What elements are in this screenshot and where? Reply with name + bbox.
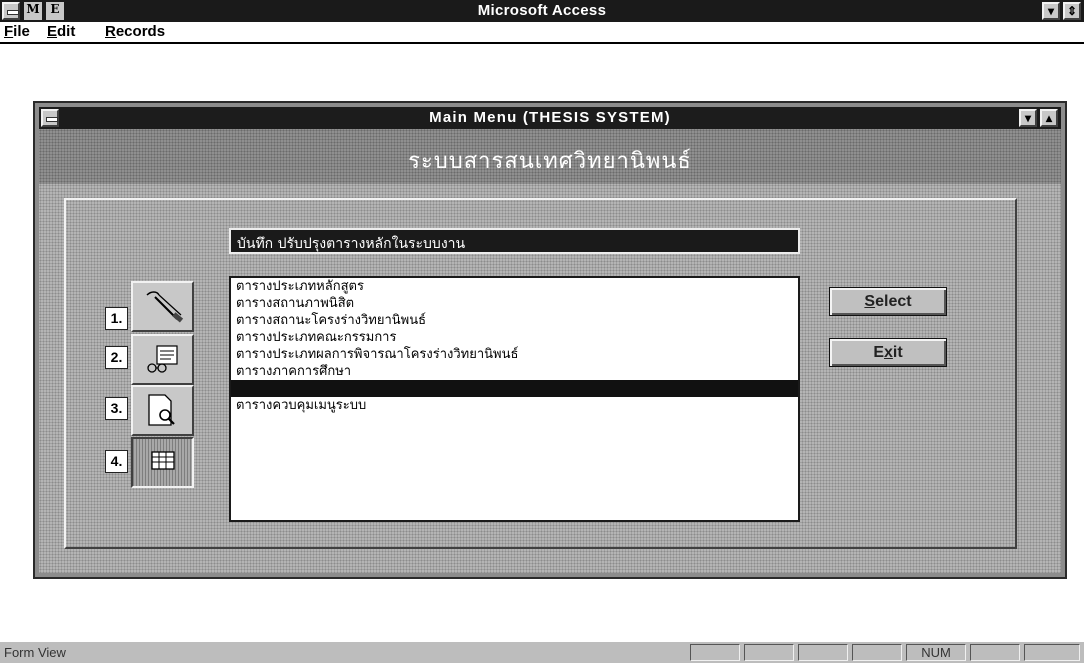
list-item[interactable]: ตารางควบคุมเมนูระบบ [231, 397, 798, 414]
report-glasses-icon [147, 345, 178, 373]
list-item[interactable]: ตารางสถานะโครงร่างวิทยานิพนธ์ [231, 312, 798, 329]
table-listbox[interactable]: ตารางประเภทหลักสูตร ตารางสถานภาพนิสิต ตา… [229, 276, 800, 522]
status-text: Form View [4, 645, 66, 660]
system-heading: ระบบสารสนเทศวิทยานิพนธ์ [408, 149, 692, 174]
status-cell [852, 644, 902, 661]
tools-icon [146, 291, 184, 323]
app-title-bar: M E Microsoft Access ▾ ⇕ [0, 0, 1084, 22]
menu-edit[interactable]: Edit [47, 23, 75, 40]
table-grid-icon [151, 451, 175, 470]
nav-button-4[interactable] [131, 437, 194, 488]
nav-number-1: 1. [105, 307, 128, 330]
list-item[interactable]: ตารางภาคการศึกษา [231, 363, 798, 380]
form-minimize-icon[interactable]: ▾ [1019, 109, 1037, 127]
list-item[interactable]: ตารางสถานภาพนิสิต [231, 295, 798, 312]
app-restore-icon[interactable]: ⇕ [1063, 2, 1081, 20]
form-header: ระบบสารสนเทศวิทยานิพนธ์ [39, 129, 1061, 184]
status-cell [690, 644, 740, 661]
select-button[interactable]: Select [829, 287, 947, 316]
form-title: Main Menu (THESIS SYSTEM) [429, 109, 671, 126]
form-title-bar: Main Menu (THESIS SYSTEM) ▾ ▴ [39, 107, 1061, 129]
status-cell [1024, 644, 1080, 661]
status-cell [970, 644, 1020, 661]
list-item[interactable]: ตารางประเภทคณะกรรมการ [231, 329, 798, 346]
status-bar: Form View NUM [0, 642, 1084, 663]
nav-button-1[interactable] [131, 281, 194, 332]
exit-button[interactable]: Exit [829, 338, 947, 367]
app-minimize-icon[interactable]: ▾ [1042, 2, 1060, 20]
nav-button-2[interactable] [131, 334, 194, 385]
menu-records[interactable]: Records [105, 23, 165, 40]
list-item-selected[interactable] [231, 380, 798, 397]
status-cell [798, 644, 848, 661]
menu-file[interactable]: File [4, 23, 30, 40]
nav-number-2: 2. [105, 346, 128, 369]
form-maximize-icon[interactable]: ▴ [1040, 109, 1058, 127]
menu-caption: บันทึก ปรับปรุงตารางหลักในระบบงาน [229, 228, 800, 254]
list-item[interactable]: ตารางประเภทหลักสูตร [231, 278, 798, 295]
status-cell [744, 644, 794, 661]
nav-number-4: 4. [105, 450, 128, 473]
app-title: Microsoft Access [477, 2, 607, 19]
nav-button-3[interactable] [131, 385, 194, 436]
document-magnifier-icon [148, 394, 175, 426]
list-item[interactable]: ตารางประเภทผลการพิจารณาโครงร่างวิทยานิพน… [231, 346, 798, 363]
menu-bar: File Edit Records [0, 22, 1084, 44]
nav-number-3: 3. [105, 397, 128, 420]
num-indicator: NUM [906, 644, 966, 661]
